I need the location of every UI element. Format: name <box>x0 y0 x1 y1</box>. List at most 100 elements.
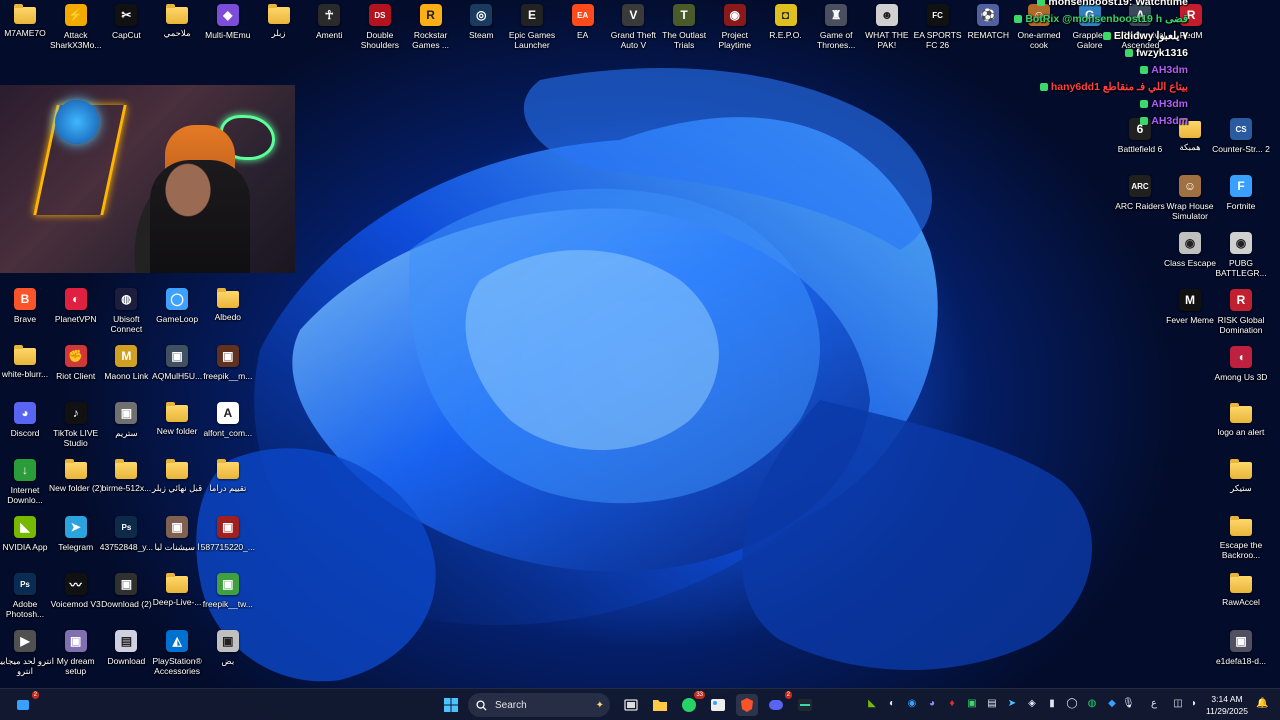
weather-widget-icon[interactable]: 2 <box>12 691 39 716</box>
desktop-shortcut-right-12[interactable]: ستيكر <box>1216 459 1266 515</box>
tray-app-icon-1[interactable]: ◐ <box>886 698 898 710</box>
tray-app-icon-10[interactable]: ◍ <box>1086 698 1098 710</box>
desktop-shortcut-left-7[interactable]: M Maono Link <box>101 345 151 401</box>
tray-app-icon-5[interactable]: ▤ <box>986 698 998 710</box>
desktop-shortcut-top-2[interactable]: ✂ CapCut <box>101 4 151 60</box>
desktop-shortcut-left-15[interactable]: ↓ Internet Downlo... <box>0 459 50 515</box>
nvidia-tray-icon[interactable]: ◣ <box>866 698 878 710</box>
desktop-shortcut-right-9[interactable]: R RISK Global Domination <box>1216 289 1266 345</box>
stream-chat-overlay: mohsenboost19: Watchtime BotRix @mohsenbo… <box>978 0 1188 135</box>
desktop-shortcut-top-5[interactable]: زبلر <box>254 4 304 60</box>
desktop-shortcut-left-12[interactable]: ▣ ستريم <box>101 402 151 458</box>
desktop-shortcut-right-6[interactable]: ◉ Class Escape <box>1164 232 1216 288</box>
desktop-shortcut-right-14[interactable]: RawAccel <box>1216 573 1266 629</box>
tray-app-icon-6[interactable]: ➤ <box>1006 698 1018 710</box>
desktop-shortcut-right-13[interactable]: Escape the Backroo... <box>1216 516 1266 572</box>
desktop-shortcut-left-30[interactable]: ▶ انترو لحد ميجابيو انترو <box>0 630 54 686</box>
microphone-icon[interactable]: 🎙 <box>1122 698 1135 710</box>
whatsapp-icon[interactable]: 33 <box>678 691 705 716</box>
desktop-shortcut-left-31[interactable]: ▣ My dream setup <box>51 630 101 686</box>
desktop-shortcut-right-10[interactable]: ◖ Among Us 3D <box>1215 346 1267 402</box>
desktop-shortcut-top-11[interactable]: EA EA <box>558 4 608 60</box>
desktop-shortcut-right-2[interactable]: CS Counter-Str... 2 <box>1212 118 1270 174</box>
desktop-shortcut-left-0[interactable]: B Brave <box>0 288 50 344</box>
tray-app-icon-2[interactable]: ◉ <box>906 698 918 710</box>
desktop-shortcut-left-3[interactable]: ◯ GameLoop <box>152 288 202 344</box>
tray-app-icon-4[interactable]: ▣ <box>966 698 978 710</box>
chat-badge-icon <box>1102 32 1111 40</box>
input-language-indicator[interactable]: ع <box>1148 698 1160 710</box>
desktop-shortcut-top-15[interactable]: ◘ R.E.P.O. <box>761 4 811 60</box>
desktop-shortcut-left-18[interactable]: قبل نهائي زبلر <box>152 459 202 515</box>
desktop-shortcut-left-8[interactable]: ▣ AQMulH5U... <box>152 345 202 401</box>
desktop-shortcut-top-8[interactable]: R Rockstar Games ... <box>406 4 456 60</box>
clock[interactable]: 3:14 AM 11/29/2025 <box>1205 693 1249 717</box>
desktop-shortcut-left-14[interactable]: Aalfont_com... <box>203 402 253 458</box>
desktop-shortcut-top-6[interactable]: ☥ Amenti <box>304 4 354 60</box>
obs-taskbar-icon[interactable] <box>794 694 816 716</box>
desktop-shortcut-right-8[interactable]: M Fever Meme <box>1165 289 1215 345</box>
tray-app-icon-9[interactable]: ◯ <box>1066 698 1078 710</box>
desktop-shortcut-right-11[interactable]: logo an alert <box>1216 403 1266 459</box>
desktop-shortcut-top-0[interactable]: M7AME7O <box>0 4 50 60</box>
desktop-shortcut-right-5[interactable]: F Fortnite <box>1216 175 1266 231</box>
notification-bell-icon[interactable]: 🔔 <box>1256 698 1268 710</box>
desktop-shortcut-left-4[interactable]: Albedo <box>203 288 253 344</box>
desktop-shortcut-left-9[interactable]: ▣ freepik__m... <box>203 345 253 401</box>
desktop-shortcut-top-9[interactable]: ◎ Steam <box>456 4 506 60</box>
desktop-shortcut-left-27[interactable]: ▣ Download (2) <box>101 573 152 629</box>
desktop-shortcut-left-23[interactable]: ▣ ا سيشنات لبا <box>152 516 202 572</box>
desktop-shortcut-left-11[interactable]: ♪ TikTok LIVE Studio <box>51 402 101 458</box>
desktop-shortcut-top-3[interactable]: ملاحمي <box>152 4 202 60</box>
file-explorer-icon[interactable] <box>649 694 671 716</box>
tray-app-icon-7[interactable]: ◈ <box>1026 698 1038 710</box>
desktop-shortcut-left-16[interactable]: New folder (2) <box>49 459 102 515</box>
volume-icon[interactable]: ◗ <box>1188 698 1200 710</box>
desktop-shortcut-left-34[interactable]: ▣ بض <box>203 630 253 686</box>
discord-tray-icon[interactable]: ◕ <box>926 698 938 710</box>
desktop-shortcut-top-17[interactable]: ☻ WHAT THE PAK! <box>862 4 912 60</box>
desktop-shortcut-left-19[interactable]: تقييم دراما <box>203 459 253 515</box>
tray-app-icon-11[interactable]: ◆ <box>1106 698 1118 710</box>
desktop-shortcut-left-20[interactable]: ◣ NVIDIA App <box>0 516 50 572</box>
desktop-shortcut-left-24[interactable]: ▣ 587715220_... <box>201 516 255 572</box>
desktop-shortcut-left-29[interactable]: ▣ freepik__tw... <box>203 573 253 629</box>
desktop-shortcut-left-21[interactable]: ➤ Telegram <box>51 516 101 572</box>
desktop-shortcut-left-26[interactable]: 〰 Voicemod V3 <box>51 573 101 629</box>
desktop-shortcut-left-10[interactable]: ◕ Discord <box>0 402 50 458</box>
desktop-shortcut-right-4[interactable]: ☺ Wrap House Simulator <box>1165 175 1215 231</box>
brave-taskbar-icon[interactable] <box>736 694 758 716</box>
desktop-shortcut-top-18[interactable]: FC EA SPORTS FC 26 <box>913 4 963 60</box>
desktop-shortcut-left-13[interactable]: New folder <box>152 402 202 458</box>
desktop-shortcut-right-15[interactable]: ▣ e1defa18-d... <box>1216 630 1266 686</box>
desktop-shortcut-right-3[interactable]: ARC ARC Raiders <box>1115 175 1165 231</box>
desktop-shortcut-top-10[interactable]: E Epic Games Launcher <box>507 4 557 60</box>
desktop-shortcut-left-25[interactable]: Ps Adobe Photosh... <box>0 573 50 629</box>
desktop-shortcut-left-5[interactable]: white-blurr... <box>0 345 50 401</box>
desktop-shortcut-top-1[interactable]: ⚡ Attack SharkX3Mo... <box>50 4 101 60</box>
desktop-shortcut-top-12[interactable]: V Grand Theft Auto V <box>608 4 658 60</box>
desktop-shortcut-left-28[interactable]: Deep-Live-... <box>152 573 202 629</box>
tray-app-icon-8[interactable]: ▮ <box>1046 698 1058 710</box>
desktop-shortcut-left-2[interactable]: ◍ Ubisoft Connect <box>101 288 151 344</box>
start-button[interactable] <box>440 694 462 716</box>
photos-icon[interactable] <box>707 694 729 716</box>
desktop-shortcut-left-17[interactable]: birme-512x... <box>101 459 151 515</box>
desktop-shortcut-left-1[interactable]: ◐ PlanetVPN <box>51 288 101 344</box>
taskbar-search-box[interactable]: Search ✦ <box>468 693 610 717</box>
network-icon[interactable]: ◫ <box>1172 698 1184 710</box>
task-view-icon[interactable] <box>620 694 642 716</box>
desktop-shortcut-left-22[interactable]: Ps 43752848_y... <box>100 516 153 572</box>
desktop-shortcut-left-33[interactable]: ◭ PlayStation® Accessories <box>152 630 202 686</box>
desktop-shortcut-top-7[interactable]: DS Double Shoulders <box>355 4 405 60</box>
desktop-shortcut-left-32[interactable]: ▤ Download <box>101 630 151 686</box>
desktop-shortcut-left-6[interactable]: ✊ Riot Client <box>51 345 101 401</box>
desktop-shortcut-top-4[interactable]: ◆ Multi-MEmu <box>203 4 253 60</box>
desktop-shortcut-top-13[interactable]: T The Outlast Trials <box>659 4 709 60</box>
desktop-shortcut-right-7[interactable]: ◉ PUBG BATTLEGR... <box>1215 232 1267 288</box>
discord-taskbar-icon[interactable]: 2 <box>765 691 792 716</box>
tray-app-icon-3[interactable]: ♦ <box>946 698 958 710</box>
desktop-shortcut-top-16[interactable]: ♜ Game of Thrones... <box>811 4 861 60</box>
image-file-icon: ▣ <box>115 573 138 595</box>
desktop-shortcut-top-14[interactable]: ◉ Project Playtime <box>710 4 760 60</box>
